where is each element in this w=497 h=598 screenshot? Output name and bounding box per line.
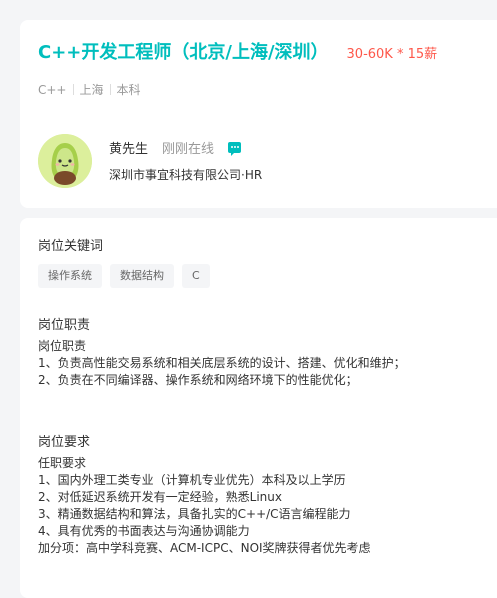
recruiter-name: 黄先生 (109, 141, 149, 157)
text-line: 4、具有优秀的书面表达与沟通协调能力 (38, 524, 250, 538)
salary: 30-60K * 15薪 (346, 47, 438, 62)
text-line: 1、国内外理工类专业（计算机专业优先）本科及以上学历 (38, 473, 346, 487)
keyword-tag[interactable]: 数据结构 (110, 264, 174, 288)
text-line: 2、负责在不同编译器、操作系统和网络环境下的性能优化； (38, 373, 358, 387)
requirements-text: 任职要求 1、国内外理工类专业（计算机专业优先）本科及以上学历 2、对低延迟系统… (38, 455, 371, 557)
keyword-tags: 操作系统 数据结构 C (38, 264, 218, 288)
job-summary-card: C++开发工程师（北京/上海/深圳） 30-60K * 15薪 C++ 上海 本… (20, 20, 497, 208)
text-line: 1、负责高性能交易系统和相关底层系统的设计、搭建、优化和维护； (38, 356, 406, 370)
keywords-heading: 岗位关键词 (38, 239, 104, 254)
job-title: C++开发工程师（北京/上海/深圳） (38, 42, 329, 63)
recruiter-company: 深圳市事宜科技有限公司·HR (109, 168, 263, 182)
divider (72, 84, 74, 95)
text-line: 2、对低延迟系统开发有一定经验，熟悉Linux (38, 490, 282, 504)
text-line: 3、精通数据结构和算法，具备扎实的C++/C语言编程能力 (38, 507, 351, 521)
responsibilities-heading: 岗位职责 (38, 318, 91, 333)
job-detail-card: 岗位关键词 操作系统 数据结构 C 岗位职责 岗位职责 1、负责高性能交易系统和… (20, 218, 497, 598)
keyword-tag[interactable]: 操作系统 (38, 264, 102, 288)
text-line: 岗位职责 (38, 339, 87, 353)
divider (109, 84, 111, 95)
job-title-row: C++开发工程师（北京/上海/深圳） 30-60K * 15薪 (38, 38, 437, 64)
requirements-heading: 岗位要求 (38, 435, 91, 450)
online-status: 刚刚在线 (162, 141, 215, 157)
text-line: 任职要求 (38, 456, 87, 470)
responsibilities-text: 岗位职责 1、负责高性能交易系统和相关底层系统的设计、搭建、优化和维护； 2、负… (38, 338, 406, 389)
job-tag-city: 上海 (79, 83, 104, 97)
keyword-tag[interactable]: C (182, 264, 210, 288)
avocado-avatar-icon[interactable] (38, 134, 92, 188)
text-line: 加分项：高中学科竞赛、ACM-ICPC、NOI奖牌获得者优先考虑 (38, 541, 371, 555)
job-tags: C++ 上海 本科 (38, 81, 141, 98)
chat-bubble-icon[interactable] (228, 141, 242, 156)
job-tag-degree: 本科 (116, 83, 141, 97)
recruiter-info[interactable]: 黄先生 刚刚在线 深圳市事宜科技有限公司·HR (38, 134, 262, 188)
job-tag-language: C++ (38, 82, 67, 97)
